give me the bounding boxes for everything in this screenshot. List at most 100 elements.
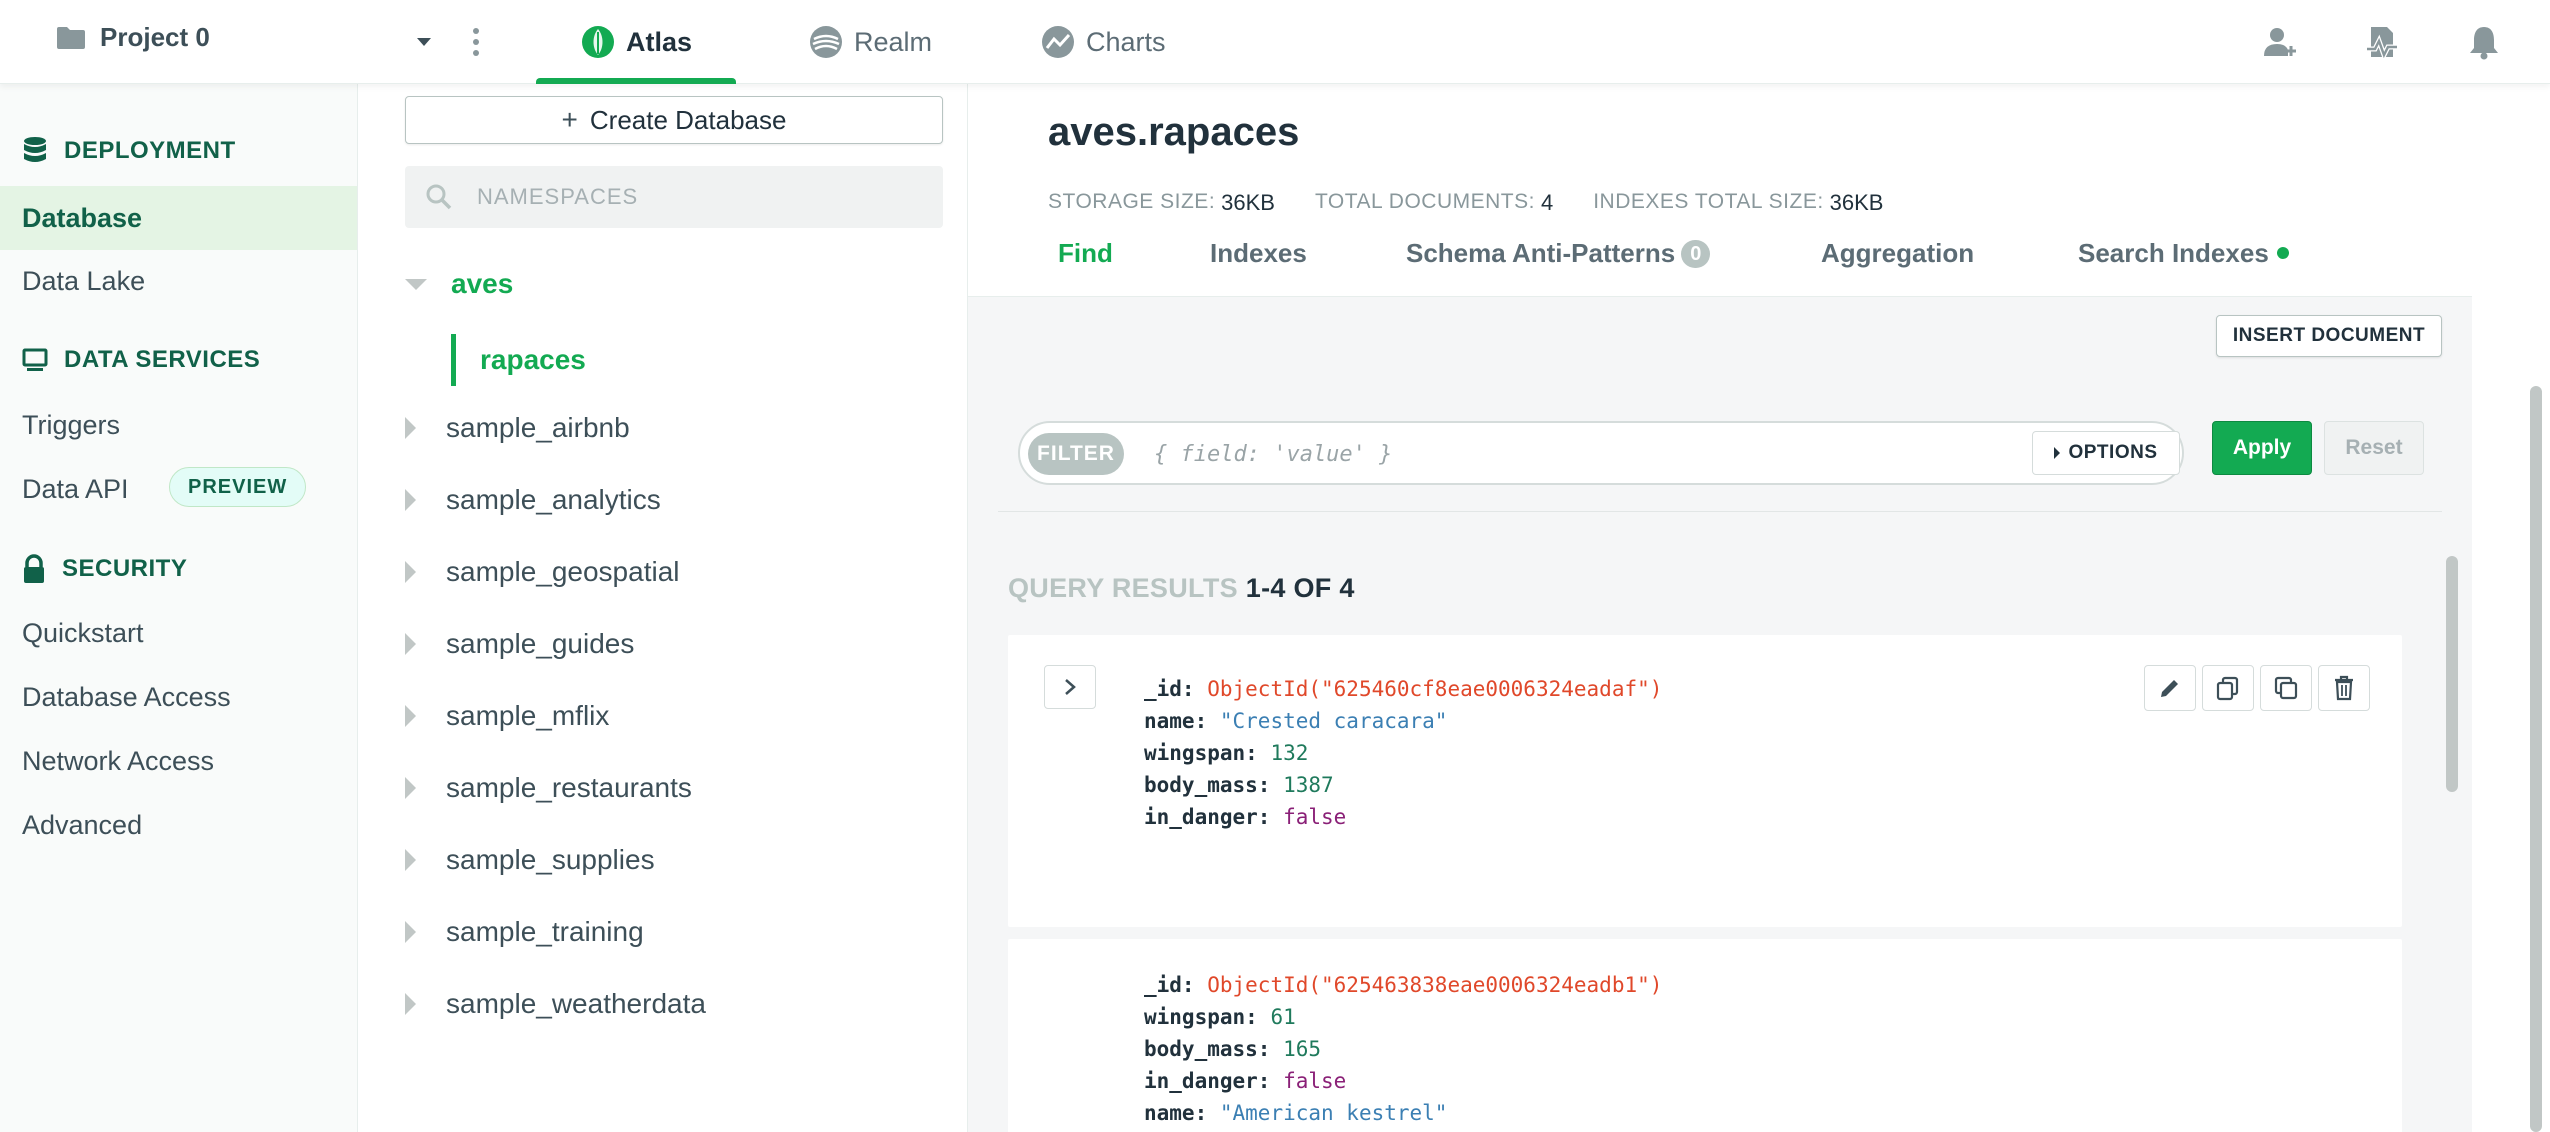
caret-right-icon (405, 849, 416, 871)
atlas-leaf-icon (581, 26, 614, 58)
document-fields: _id: ObjectId("625460cf8eae0006324eadaf"… (1144, 673, 1662, 833)
chevron-down-icon[interactable] (412, 30, 436, 54)
apply-button[interactable]: Apply (2212, 421, 2312, 475)
edit-document-button[interactable] (2144, 665, 2196, 711)
indexes-size-label: INDEXES TOTAL SIZE: (1593, 190, 1824, 213)
tab-atlas-label: Atlas (625, 26, 693, 57)
section-data-services: DATA SERVICES (22, 346, 260, 374)
project-menu-icon[interactable] (468, 24, 484, 60)
find-workarea: INSERT DOCUMENT FILTER OPTIONS Apply Res… (968, 296, 2472, 1132)
bell-icon[interactable] (2462, 20, 2506, 64)
pencil-icon (2161, 680, 2178, 697)
document-card: _id: ObjectId("625463838eae0006324eadb1"… (1008, 939, 2402, 1132)
database-item[interactable]: sample_geospatial (405, 556, 680, 588)
collection-item-rapaces[interactable]: rapaces (451, 334, 586, 386)
anti-pattern-count-badge: 0 (1681, 240, 1711, 268)
nav-item-database[interactable]: Database (0, 186, 357, 250)
realm-icon (810, 26, 842, 58)
database-item[interactable]: sample_supplies (405, 844, 655, 876)
tab-realm-label: Realm (854, 26, 933, 57)
indexes-size-value: 36KB (1829, 190, 1884, 215)
namespace-panel: + Create Database aves rapaces sample_ai… (358, 84, 968, 1132)
results-scrollbar[interactable] (2446, 556, 2458, 792)
tab-search-indexes[interactable]: Search Indexes (2078, 234, 2289, 294)
insert-document-button[interactable]: INSERT DOCUMENT (2216, 315, 2442, 357)
database-item[interactable]: sample_weatherdata (405, 988, 706, 1020)
caret-right-icon (405, 921, 416, 943)
query-results-range: 1-4 OF 4 (1245, 573, 1355, 603)
copy-document-button[interactable] (2202, 665, 2254, 711)
database-item[interactable]: sample_mflix (405, 700, 609, 732)
project-name: Project 0 (100, 22, 210, 52)
document-field: name: "American kestrel" (1144, 1101, 1448, 1125)
collection-title: aves.rapaces (1048, 110, 1300, 154)
chevron-right-icon (1065, 679, 1076, 695)
database-item[interactable]: sample_guides (405, 628, 634, 660)
document-card: _id: ObjectId("625460cf8eae0006324eadaf"… (1008, 635, 2402, 927)
document-field: wingspan: 61 (1144, 1005, 1296, 1029)
nav-item-network-access[interactable]: Network Access (22, 746, 214, 777)
caret-down-icon (405, 278, 427, 290)
caret-right-icon (405, 561, 416, 583)
database-item[interactable]: sample_airbnb (405, 412, 630, 444)
reset-button[interactable]: Reset (2324, 421, 2424, 475)
collection-main: aves.rapaces STORAGE SIZE: 36KB TOTAL DO… (968, 84, 2550, 1132)
divider (998, 511, 2442, 512)
top-navigation-bar: Project 0 Atlas Realm Charts (0, 0, 2550, 84)
tab-realm[interactable]: Realm (808, 0, 932, 84)
document-field: in_danger: false (1144, 1069, 1347, 1093)
document-field: body_mass: 165 (1144, 1037, 1322, 1061)
tab-indexes[interactable]: Indexes (1210, 234, 1307, 294)
tab-atlas[interactable]: Atlas (536, 0, 736, 84)
create-database-button[interactable]: + Create Database (405, 96, 943, 144)
tab-charts[interactable]: Charts (1040, 0, 1166, 84)
filter-label: FILTER (1028, 433, 1124, 475)
database-item[interactable]: sample_analytics (405, 484, 661, 516)
database-item[interactable]: sample_training (405, 916, 644, 948)
nav-item-quickstart[interactable]: Quickstart (22, 618, 144, 649)
storage-size-label: STORAGE SIZE: (1048, 190, 1216, 213)
plus-icon: + (561, 104, 578, 135)
clone-icon (2274, 676, 2298, 700)
trash-icon (2335, 675, 2353, 701)
document-field: _id: ObjectId("625463838eae0006324eadb1"… (1144, 973, 1663, 997)
project-selector[interactable]: Project 0 (56, 22, 210, 53)
monitor-icon (22, 348, 48, 371)
nav-item-data-lake[interactable]: Data Lake (22, 266, 145, 297)
nav-item-data-api[interactable]: Data API (22, 474, 129, 505)
search-icon (426, 184, 452, 210)
tab-aggregation[interactable]: Aggregation (1821, 234, 1974, 294)
namespace-search-input[interactable] (477, 184, 897, 210)
invite-user-icon[interactable] (2258, 20, 2302, 64)
tab-charts-label: Charts (1086, 26, 1166, 57)
document-field: name: "Crested caracara" (1144, 709, 1448, 733)
page-scrollbar[interactable] (2530, 386, 2542, 1132)
caret-right-icon (405, 417, 416, 439)
storage-size-value: 36KB (1221, 190, 1275, 215)
tab-find[interactable]: Find (1058, 234, 1113, 294)
caret-right-icon (405, 993, 416, 1015)
nav-item-triggers[interactable]: Triggers (22, 410, 120, 441)
nav-item-advanced[interactable]: Advanced (22, 810, 142, 841)
section-deployment: DEPLOYMENT (22, 136, 236, 166)
delete-document-button[interactable] (2318, 665, 2370, 711)
nav-item-database-access[interactable]: Database Access (22, 682, 231, 713)
caret-right-icon (405, 489, 416, 511)
document-field: wingspan: 132 (1144, 741, 1309, 765)
caret-right-icon (405, 777, 416, 799)
document-actions (2144, 665, 2370, 711)
activity-feed-icon[interactable] (2360, 20, 2404, 64)
caret-right-icon (2054, 447, 2061, 459)
caret-right-icon (405, 633, 416, 655)
expand-document-button[interactable] (1044, 665, 1096, 709)
database-item[interactable]: sample_restaurants (405, 772, 692, 804)
section-security: SECURITY (22, 554, 187, 584)
options-button[interactable]: OPTIONS (2032, 431, 2180, 475)
charts-icon (1042, 26, 1074, 58)
query-results-label: QUERY RESULTS 1-4 OF 4 (1008, 573, 1355, 603)
filter-input[interactable] (1154, 437, 2014, 471)
status-dot-icon (2276, 247, 2289, 259)
tab-schema-anti-patterns[interactable]: Schema Anti-Patterns 0 (1406, 234, 1711, 294)
clone-document-button[interactable] (2260, 665, 2312, 711)
database-item-aves[interactable]: aves (405, 268, 513, 300)
